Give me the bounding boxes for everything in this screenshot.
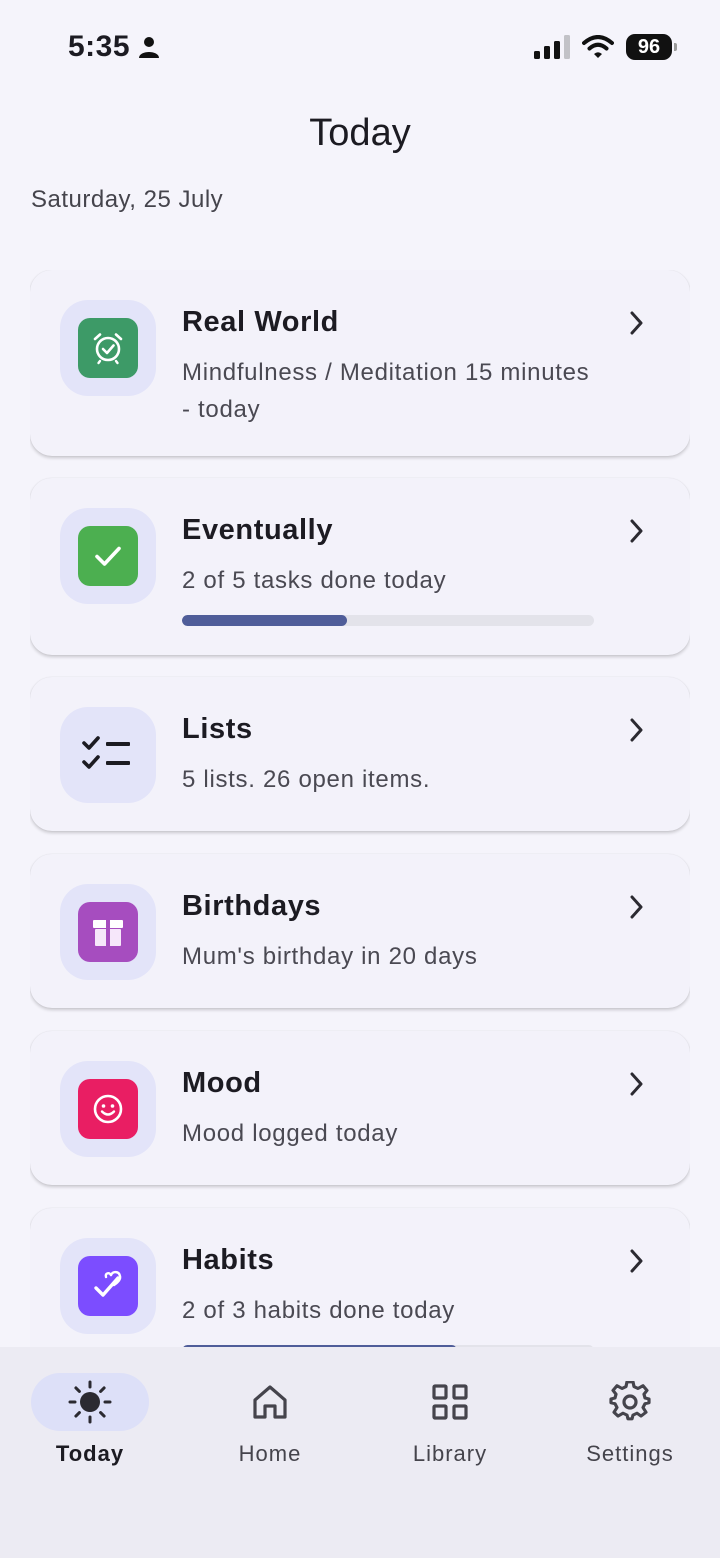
card-title: Lists — [182, 713, 253, 745]
nav-label: Home — [238, 1441, 302, 1466]
card-subtitle: 2 of 3 habits done today — [182, 1297, 455, 1324]
status-bar: 5:35 96 — [0, 0, 720, 96]
nav-item-settings[interactable]: Settings — [540, 1373, 720, 1466]
cellular-signal-icon — [534, 35, 570, 59]
card-icon-container — [60, 707, 156, 803]
card-subtitle: Mindfulness / Meditation 15 minutes - to… — [182, 359, 590, 423]
bottom-navigation: Today Home Library Settings — [0, 1347, 720, 1558]
nav-label: Today — [55, 1441, 125, 1466]
card-title: Mood — [182, 1067, 262, 1099]
nav-label: Settings — [586, 1441, 674, 1466]
card-title: Eventually — [182, 514, 334, 546]
card-habits[interactable]: Habits 2 of 3 habits done today — [30, 1208, 690, 1347]
card-birthdays[interactable]: Birthdays Mum's birthday in 20 days — [30, 854, 690, 1008]
card-eventually[interactable]: Eventually 2 of 5 tasks done today — [30, 478, 690, 655]
battery-level: 96 — [637, 35, 661, 58]
card-icon-container — [60, 1238, 156, 1334]
chevron-right-icon — [630, 1249, 643, 1273]
chevron-right-icon — [630, 1072, 643, 1096]
nav-pill — [571, 1373, 689, 1431]
nav-item-library[interactable]: Library — [360, 1373, 540, 1466]
card-title: Real World — [182, 306, 339, 338]
card-icon-container — [60, 508, 156, 604]
card-title: Habits — [182, 1244, 275, 1276]
chevron-right-icon — [630, 718, 643, 742]
card-lists[interactable]: Lists 5 lists. 26 open items. — [30, 677, 690, 831]
chevron-right-icon — [630, 895, 643, 919]
checklist-icon — [78, 725, 138, 785]
battery-indicator: 96 — [626, 34, 677, 60]
card-icon-container — [60, 300, 156, 396]
card-mood[interactable]: Mood Mood logged today — [30, 1031, 690, 1185]
nav-item-home[interactable]: Home — [180, 1373, 360, 1466]
chevron-right-icon — [630, 519, 643, 543]
wifi-icon — [582, 35, 614, 58]
nav-pill — [391, 1373, 509, 1431]
nav-label: Library — [412, 1441, 488, 1466]
alarm-clock-check-icon — [78, 318, 138, 378]
heart-check-icon — [78, 1256, 138, 1316]
status-time-text: 5:35 — [68, 30, 131, 63]
progress-bar — [182, 615, 594, 626]
person-icon — [139, 37, 160, 58]
status-time: 5:35 — [68, 30, 160, 64]
card-title: Birthdays — [182, 890, 322, 922]
home-icon — [253, 1385, 287, 1419]
card-subtitle: 2 of 5 tasks done today — [182, 567, 447, 594]
nav-pill — [211, 1373, 329, 1431]
card-icon-container — [60, 1061, 156, 1157]
gift-icon — [78, 902, 138, 962]
gear-icon — [609, 1381, 651, 1421]
page-title: Today — [309, 112, 411, 154]
card-icon-container — [60, 884, 156, 980]
smiley-icon — [78, 1079, 138, 1139]
card-list: Real World Mindfulness / Meditation 15 m… — [30, 270, 690, 1347]
card-real-world[interactable]: Real World Mindfulness / Meditation 15 m… — [30, 270, 690, 456]
checkmark-icon — [78, 526, 138, 586]
date-label: Saturday, 25 July — [31, 186, 224, 213]
nav-pill — [31, 1373, 149, 1431]
card-subtitle: Mum's birthday in 20 days — [182, 943, 478, 970]
chevron-right-icon — [630, 311, 643, 335]
grid-icon — [432, 1384, 468, 1420]
nav-item-today[interactable]: Today — [0, 1373, 180, 1466]
progress-fill — [182, 615, 347, 626]
card-subtitle: Mood logged today — [182, 1120, 399, 1147]
card-subtitle: 5 lists. 26 open items. — [182, 766, 431, 793]
sun-icon — [68, 1380, 112, 1424]
status-right: 96 — [534, 34, 677, 60]
